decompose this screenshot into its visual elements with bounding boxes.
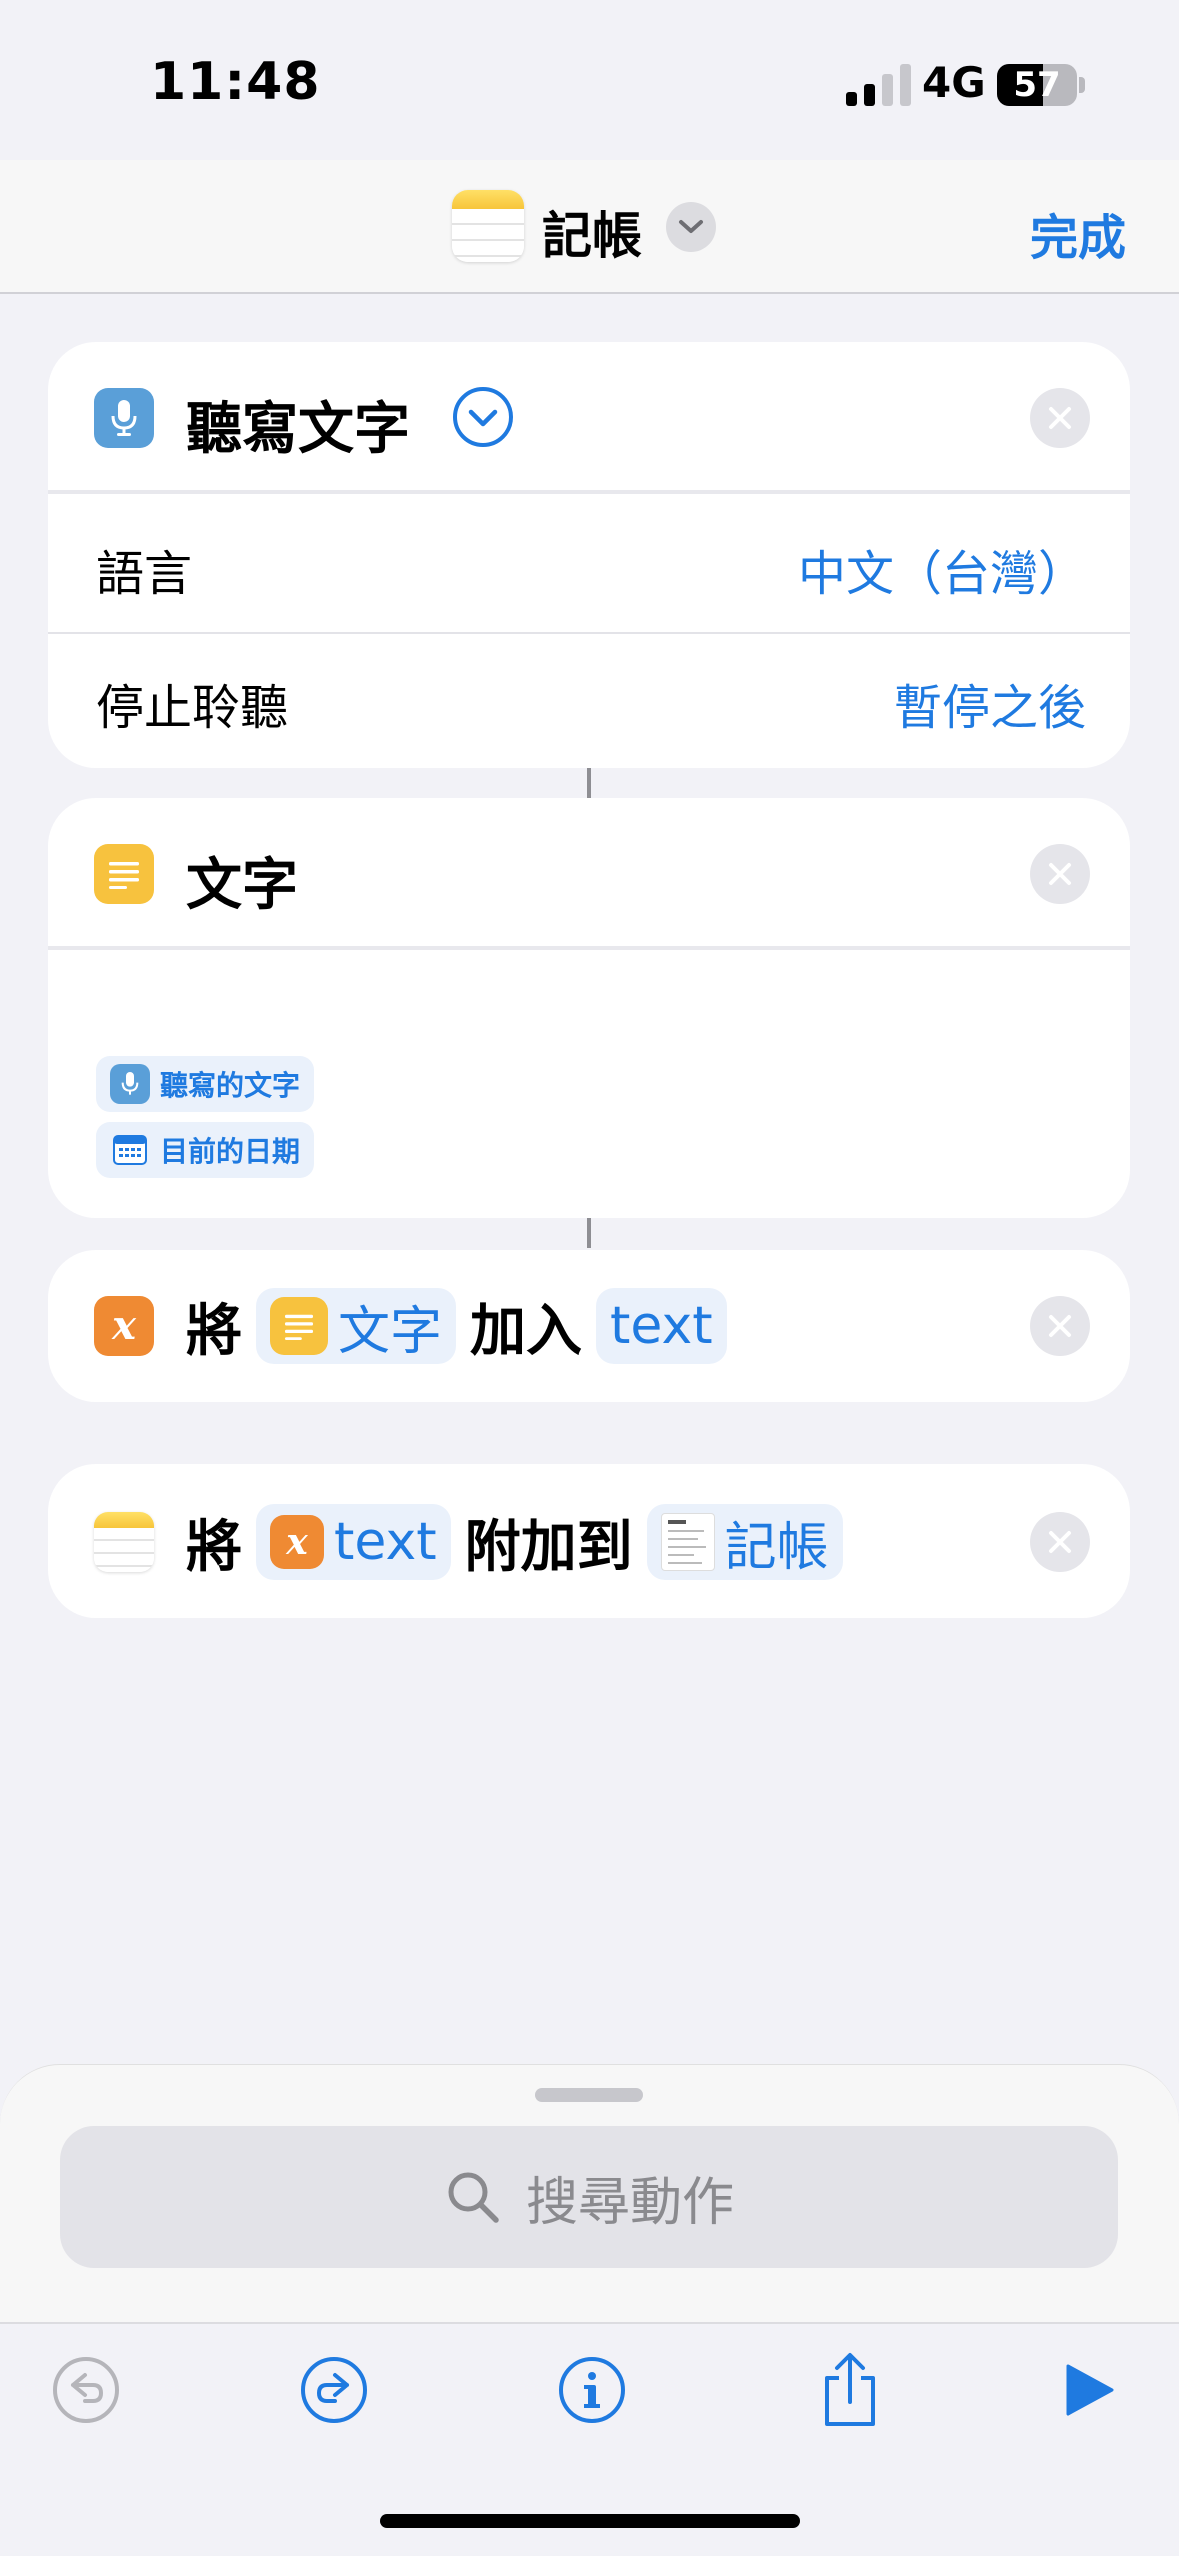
shortcut-title[interactable]: 記帳	[542, 196, 642, 268]
stop-listening-value[interactable]: 暫停之後	[894, 668, 1086, 738]
done-button[interactable]: 完成	[1030, 198, 1126, 268]
calendar-icon	[110, 1130, 150, 1170]
play-icon	[1066, 2364, 1114, 2416]
expand-chevron-icon[interactable]	[452, 386, 514, 448]
add-to-variable-action: x 將 文字 加入 text	[48, 1250, 1130, 1402]
token-label: 文字	[338, 1301, 443, 1362]
close-icon	[1049, 1315, 1071, 1337]
text-action: 文字 聽寫的文字 目前的日期	[48, 798, 1130, 1218]
microphone-icon	[94, 388, 154, 448]
text-action-title: 文字	[186, 853, 298, 918]
divider	[48, 632, 1130, 634]
run-button[interactable]	[1048, 2350, 1128, 2430]
remove-action-button[interactable]	[1030, 1512, 1090, 1572]
token-label: 目前的日期	[160, 1135, 301, 1168]
remove-action-button[interactable]	[1030, 844, 1090, 904]
text-variable-token[interactable]: 文字	[256, 1288, 457, 1364]
undo-button[interactable]	[46, 2350, 126, 2430]
add-to-label: 加入	[470, 1298, 583, 1364]
variable-name: text	[610, 1296, 713, 1356]
text-lines-icon	[94, 844, 154, 904]
battery-level: 57	[1013, 65, 1061, 105]
battery-icon: 57	[997, 64, 1077, 106]
divider	[48, 946, 1130, 950]
undo-icon	[53, 2357, 119, 2423]
battery-cap	[1079, 77, 1085, 93]
home-indicator	[380, 2514, 800, 2528]
text-variable-token[interactable]: x text	[256, 1504, 451, 1580]
search-icon	[448, 2172, 499, 2223]
verb-label: 將	[186, 1298, 242, 1364]
redo-button[interactable]	[294, 2350, 374, 2430]
language-value[interactable]: 中文（台灣）	[798, 534, 1086, 604]
sheet-grabber[interactable]	[535, 2088, 643, 2102]
dictated-text-token[interactable]: 聽寫的文字	[96, 1056, 315, 1112]
remove-action-button[interactable]	[1030, 388, 1090, 448]
variable-name-token[interactable]: text	[596, 1288, 727, 1364]
close-icon	[1049, 863, 1071, 885]
action-connector	[587, 768, 591, 798]
variable-icon: x	[270, 1515, 324, 1569]
navigation-bar: 記帳 完成	[0, 160, 1179, 294]
microphone-icon	[110, 1064, 150, 1104]
close-icon	[1049, 407, 1071, 429]
notes-app-icon	[94, 1512, 154, 1572]
close-icon	[1049, 1531, 1071, 1553]
cellular-signal-icon	[846, 62, 911, 106]
append-to-label: 附加到	[464, 1514, 633, 1580]
info-button[interactable]	[552, 2350, 632, 2430]
token-label: 聽寫的文字	[160, 1069, 301, 1102]
verb-label: 將	[186, 1514, 242, 1580]
variable-icon: x	[94, 1296, 154, 1356]
search-actions-field[interactable]: 搜尋動作	[60, 2126, 1118, 2268]
notes-app-icon	[452, 190, 524, 262]
append-to-note-action: 將 x text 附加到 記帳	[48, 1464, 1130, 1618]
variable-name: text	[334, 1512, 437, 1572]
share-icon	[825, 2353, 875, 2426]
language-label: 語言	[96, 546, 193, 602]
note-thumbnail-icon	[660, 1513, 715, 1571]
redo-icon	[301, 2357, 367, 2423]
share-button[interactable]	[810, 2350, 890, 2430]
note-token[interactable]: 記帳	[646, 1504, 843, 1580]
info-icon	[559, 2357, 625, 2423]
network-type: 4G	[922, 58, 986, 107]
status-time: 11:48	[150, 52, 321, 112]
chevron-down-icon[interactable]	[666, 202, 716, 252]
action-connector	[587, 1218, 591, 1248]
divider	[48, 490, 1130, 494]
text-lines-icon	[270, 1297, 328, 1355]
note-name: 記帳	[724, 1517, 829, 1578]
stop-listening-label: 停止聆聽	[96, 680, 289, 736]
search-placeholder: 搜尋動作	[525, 2172, 734, 2233]
current-date-token[interactable]: 目前的日期	[96, 1122, 315, 1178]
dictate-text-action: 聽寫文字 語言 中文（台灣） 停止聆聽 暫停之後	[48, 342, 1130, 768]
dictate-text-title: 聽寫文字	[186, 397, 410, 462]
remove-action-button[interactable]	[1030, 1296, 1090, 1356]
